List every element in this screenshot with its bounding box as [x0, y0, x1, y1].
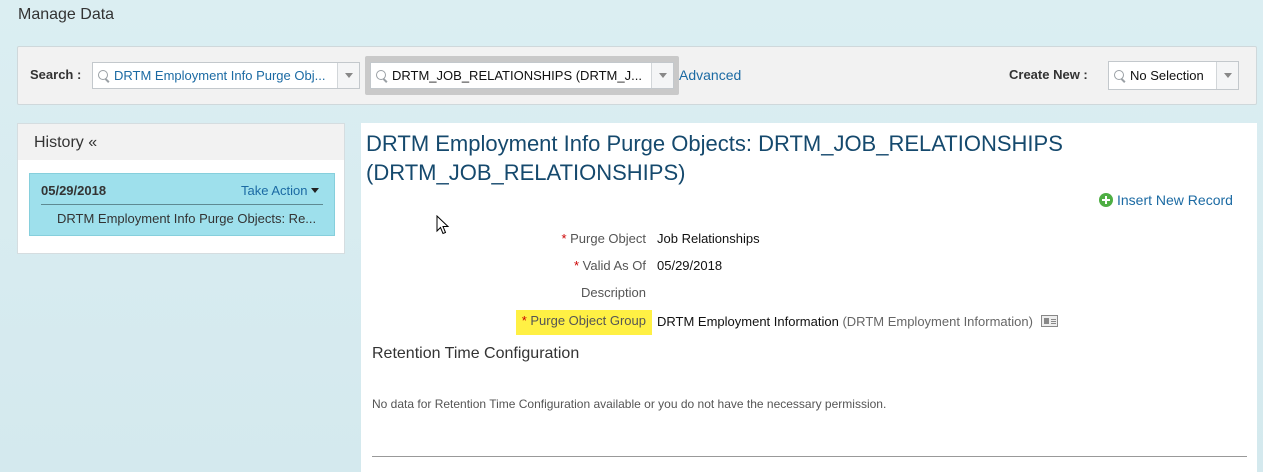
search-icon: [374, 68, 390, 84]
valid-as-of-label-text: Valid As Of: [582, 258, 646, 273]
valid-as-of-label: * Valid As Of: [574, 258, 646, 273]
purge-object-group-value: DRTM Employment Information (DRTM Employ…: [657, 314, 1058, 329]
create-new-label: Create New :: [1009, 67, 1088, 82]
take-action-label[interactable]: Take Action: [241, 183, 308, 198]
purge-object-group-name[interactable]: DRTM Employment Information: [657, 314, 839, 329]
retention-empty-message: No data for Retention Time Configuration…: [372, 397, 887, 411]
object-type-combo[interactable]: DRTM Employment Info Purge Obj...: [92, 62, 360, 89]
purge-object-group-secondary: (DRTM Employment Information): [842, 314, 1033, 329]
retention-section-title: Retention Time Configuration: [372, 345, 580, 362]
purge-object-value: Job Relationships: [657, 231, 760, 246]
page-title: Manage Data: [18, 6, 115, 23]
valid-as-of-value: 05/29/2018: [657, 258, 723, 273]
divider: [372, 456, 1247, 457]
purge-object-label: * Purge Object: [561, 231, 646, 246]
purge-object-group-label: * Purge Object Group: [522, 313, 646, 328]
required-marker: *: [561, 231, 567, 246]
mouse-cursor-icon: [436, 215, 450, 235]
id-card-icon[interactable]: [1040, 315, 1058, 327]
insert-new-record-button[interactable]: Insert New Record: [1099, 192, 1233, 208]
history-entry-date: 05/29/2018: [41, 183, 107, 198]
history-entry[interactable]: 05/29/2018 Take Action DRTM Employment I…: [29, 173, 335, 236]
search-icon: [96, 68, 112, 84]
object-search-wrapper: DRTM_JOB_RELATIONSHIPS (DRTM_J...: [365, 56, 679, 95]
chevron-down-icon[interactable]: [337, 63, 359, 88]
chevron-down-icon[interactable]: [651, 63, 673, 88]
record-title: DRTM Employment Info Purge Objects: DRTM…: [366, 131, 1063, 185]
create-new-combo[interactable]: No Selection: [1108, 61, 1239, 90]
divider: [41, 204, 323, 205]
chevron-down-icon[interactable]: [1216, 62, 1238, 89]
search-bar: Search : DRTM Employment Info Purge Obj.…: [17, 46, 1257, 105]
purge-object-label-text: Purge Object: [570, 231, 646, 246]
record-detail-panel: DRTM Employment Info Purge Objects: DRTM…: [361, 123, 1257, 472]
history-entry-description[interactable]: DRTM Employment Info Purge Objects: Re..…: [57, 211, 316, 226]
insert-new-record-label[interactable]: Insert New Record: [1117, 192, 1233, 208]
object-search-combo[interactable]: DRTM_JOB_RELATIONSHIPS (DRTM_J...: [370, 62, 674, 89]
search-icon: [1112, 68, 1128, 84]
object-type-value[interactable]: DRTM Employment Info Purge Obj...: [112, 68, 337, 83]
take-action-menu[interactable]: Take Action: [241, 183, 319, 198]
history-title[interactable]: History «: [18, 124, 344, 160]
search-label: Search :: [30, 67, 82, 82]
purge-object-group-label-text: Purge Object Group: [530, 313, 646, 328]
caret-down-icon[interactable]: [310, 188, 319, 193]
required-marker: *: [521, 313, 527, 328]
object-search-value[interactable]: DRTM_JOB_RELATIONSHIPS (DRTM_J...: [390, 68, 651, 83]
advanced-search-link[interactable]: Advanced: [679, 67, 741, 83]
description-label: Description: [580, 285, 646, 300]
plus-icon[interactable]: [1099, 193, 1113, 207]
create-new-value[interactable]: No Selection: [1128, 68, 1216, 83]
required-marker: *: [573, 258, 580, 273]
history-panel: History « 05/29/2018 Take Action DRTM Em…: [17, 123, 345, 254]
